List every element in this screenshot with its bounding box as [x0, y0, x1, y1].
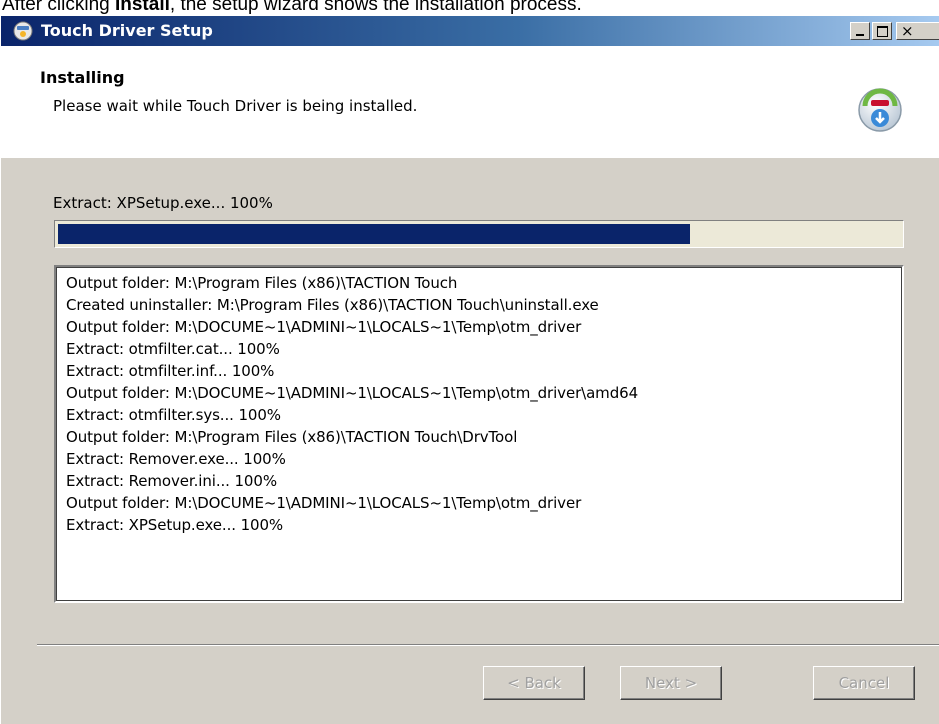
close-button[interactable]: × — [896, 22, 939, 40]
progress-bar — [54, 220, 904, 248]
page-title: Installing — [40, 68, 125, 87]
caption-text: After clicking Install, the setup wizard… — [0, 0, 939, 16]
installer-disc-icon — [858, 88, 902, 132]
page-subtitle: Please wait while Touch Driver is being … — [53, 97, 418, 115]
log-line: Output folder: M:\DOCUME~1\ADMINI~1\LOCA… — [66, 384, 639, 402]
log-line: Extract: otmfilter.inf... 100% — [66, 362, 275, 380]
window-title: Touch Driver Setup — [41, 21, 213, 40]
header-separator — [1, 157, 939, 158]
installer-app-icon — [13, 21, 33, 41]
log-line: Output folder: M:\Program Files (x86)\TA… — [66, 428, 518, 446]
next-button[interactable]: Next > — [620, 666, 722, 700]
caption-before: After clicking — [2, 0, 115, 15]
log-line: Extract: otmfilter.cat... 100% — [66, 340, 280, 358]
log-line: Output folder: M:\Program Files (x86)\TA… — [66, 274, 458, 292]
status-text: Extract: XPSetup.exe... 100% — [53, 194, 273, 212]
log-line: Extract: otmfilter.sys... 100% — [66, 406, 281, 424]
caption-after: , the setup wizard shows the installatio… — [169, 0, 582, 15]
wizard-header: Installing Please wait while Touch Drive… — [1, 46, 939, 158]
log-list: Output folder: M:\Program Files (x86)\TA… — [56, 267, 902, 536]
close-icon: × — [901, 22, 914, 40]
progress-fill — [58, 224, 690, 244]
back-button[interactable]: < Back — [483, 666, 585, 700]
minimize-button[interactable] — [850, 22, 870, 40]
log-line: Output folder: M:\DOCUME~1\ADMINI~1\LOCA… — [66, 494, 582, 512]
setup-window: Touch Driver Setup × Installing Please w… — [0, 16, 939, 724]
cancel-button[interactable]: Cancel — [813, 666, 915, 700]
log-line: Output folder: M:\DOCUME~1\ADMINI~1\LOCA… — [66, 318, 582, 336]
footer-divider — [37, 644, 939, 646]
log-line: Extract: Remover.ini... 100% — [66, 472, 277, 490]
log-line: Created uninstaller: M:\Program Files (x… — [66, 296, 599, 314]
maximize-button[interactable] — [872, 22, 892, 40]
log-line: Extract: XPSetup.exe... 100% — [66, 516, 284, 534]
minimize-icon — [856, 34, 864, 36]
install-log[interactable]: Output folder: M:\Program Files (x86)\TA… — [54, 265, 904, 603]
caption-bold: Install — [114, 0, 170, 15]
maximize-icon — [877, 26, 888, 37]
log-line: Extract: Remover.exe... 100% — [66, 450, 286, 468]
title-bar[interactable]: Touch Driver Setup × — [1, 16, 939, 46]
